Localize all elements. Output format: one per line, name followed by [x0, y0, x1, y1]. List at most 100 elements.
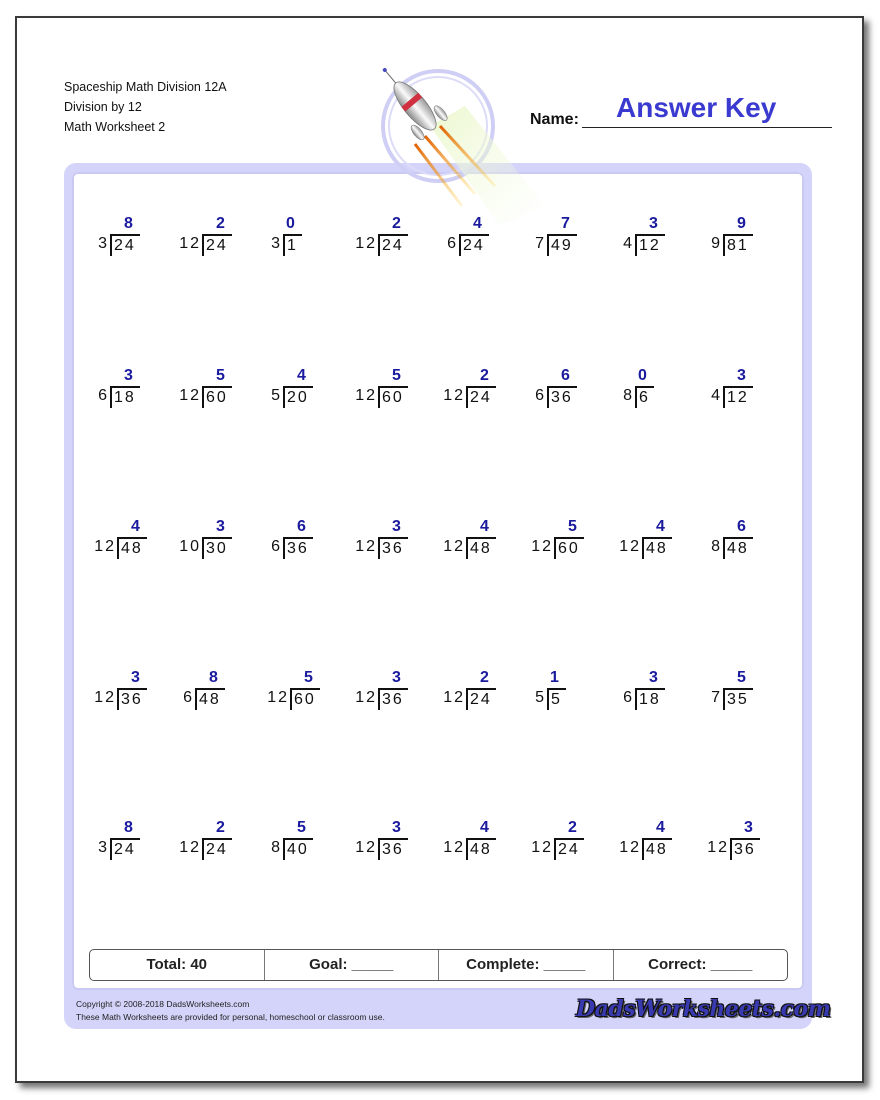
dividend: 24	[466, 688, 496, 710]
dividend: 36	[378, 537, 408, 559]
dividend: 36	[378, 838, 408, 860]
answer: 4	[656, 518, 665, 535]
division-problem: 2 12 24	[179, 819, 251, 867]
division-problem: 8 3 24	[96, 819, 166, 867]
divisor: 12	[94, 538, 116, 555]
division-problem: 3 6 18	[96, 367, 166, 415]
answer: 5	[737, 669, 746, 686]
divisor: 3	[98, 839, 109, 856]
site-logo: DadsWorksheets.com	[576, 996, 831, 1022]
division-problem: 2 12 24	[531, 819, 603, 867]
divisor: 3	[98, 235, 109, 252]
name-field: Name: Answer Key	[530, 92, 832, 128]
copyright-text: Copyright © 2008-2018 DadsWorksheets.com	[76, 999, 250, 1009]
divisor: 8	[271, 839, 282, 856]
division-problem: 3 4 12	[709, 367, 779, 415]
summary-goal: Goal: _____	[265, 950, 439, 980]
divisor: 6	[98, 387, 109, 404]
answer: 4	[473, 215, 482, 232]
division-problem: 8 6 48	[181, 669, 251, 717]
divisor: 12	[531, 538, 553, 555]
divisor: 12	[443, 538, 465, 555]
divisor: 12	[355, 538, 377, 555]
divisor: 12	[267, 689, 289, 706]
answer: 2	[392, 215, 401, 232]
divisor: 12	[619, 839, 641, 856]
division-problem: 4 12 48	[94, 518, 166, 566]
division-problem: 086	[621, 367, 691, 415]
dividend: 36	[730, 838, 760, 860]
answer: 6	[561, 367, 570, 384]
divisor: 12	[355, 839, 377, 856]
dividend: 5	[547, 688, 566, 710]
divisor: 12	[355, 387, 377, 404]
answer: 2	[568, 819, 577, 836]
answer: 9	[737, 215, 746, 232]
division-problem: 6 6 36	[269, 518, 339, 566]
divisor: 12	[355, 689, 377, 706]
division-problem: 2 12 24	[443, 669, 515, 717]
dividend: 60	[378, 386, 408, 408]
worksheet-title: Spaceship Math Division 12A	[64, 80, 227, 94]
dividend: 36	[547, 386, 577, 408]
answer: 3	[649, 669, 658, 686]
answer: 6	[737, 518, 746, 535]
summary-bar: Total: 40 Goal: _____ Complete: _____ Co…	[89, 949, 788, 981]
answer: 4	[480, 819, 489, 836]
division-problem: 5 8 40	[269, 819, 339, 867]
answer: 2	[480, 367, 489, 384]
divisor: 12	[531, 839, 553, 856]
divisor: 6	[271, 538, 282, 555]
division-problem: 3 6 18	[621, 669, 691, 717]
division-problem: 3 10 30	[179, 518, 251, 566]
dividend: 40	[283, 838, 313, 860]
dividend: 1	[283, 234, 302, 256]
divisor: 12	[707, 839, 729, 856]
divisor: 8	[623, 387, 634, 404]
divisor: 6	[623, 689, 634, 706]
dividend: 48	[466, 838, 496, 860]
divisor: 6	[183, 689, 194, 706]
division-problem: 3 4 12	[621, 215, 691, 263]
dividend: 24	[110, 838, 140, 860]
division-problem: 8 3 24	[96, 215, 166, 263]
answer: 6	[297, 518, 306, 535]
answer: 3	[131, 669, 140, 686]
dividend: 24	[466, 386, 496, 408]
divisor: 12	[94, 689, 116, 706]
answer: 7	[561, 215, 570, 232]
division-problem: 2 12 24	[355, 215, 427, 263]
answer: 5	[216, 367, 225, 384]
dividend: 24	[202, 234, 232, 256]
dividend: 49	[547, 234, 577, 256]
divisor: 6	[447, 235, 458, 252]
dividend: 24	[378, 234, 408, 256]
divisor: 9	[711, 235, 722, 252]
division-problem: 7 7 49	[533, 215, 603, 263]
division-problem: 4 12 48	[619, 518, 691, 566]
dividend: 30	[202, 537, 232, 559]
name-value: Answer Key	[616, 92, 777, 123]
dividend: 35	[723, 688, 753, 710]
divisor: 12	[443, 387, 465, 404]
division-problem: 2 12 24	[443, 367, 515, 415]
answer: 4	[297, 367, 306, 384]
division-problem: 6 6 36	[533, 367, 603, 415]
answer: 3	[649, 215, 658, 232]
dividend: 48	[117, 537, 147, 559]
dividend: 60	[202, 386, 232, 408]
summary-correct: Correct: _____	[648, 956, 753, 973]
division-problem: 3 12 36	[355, 819, 427, 867]
divisor: 12	[179, 839, 201, 856]
divisor: 10	[179, 538, 201, 555]
answer: 2	[216, 215, 225, 232]
answer: 4	[131, 518, 140, 535]
dividend: 12	[635, 234, 665, 256]
usage-text: These Math Worksheets are provided for p…	[76, 1012, 385, 1022]
answer: 8	[124, 215, 133, 232]
answer: 3	[737, 367, 746, 384]
division-problem: 5 12 60	[355, 367, 427, 415]
dividend: 48	[723, 537, 753, 559]
division-problem: 5 12 60	[531, 518, 603, 566]
dividend: 24	[554, 838, 584, 860]
